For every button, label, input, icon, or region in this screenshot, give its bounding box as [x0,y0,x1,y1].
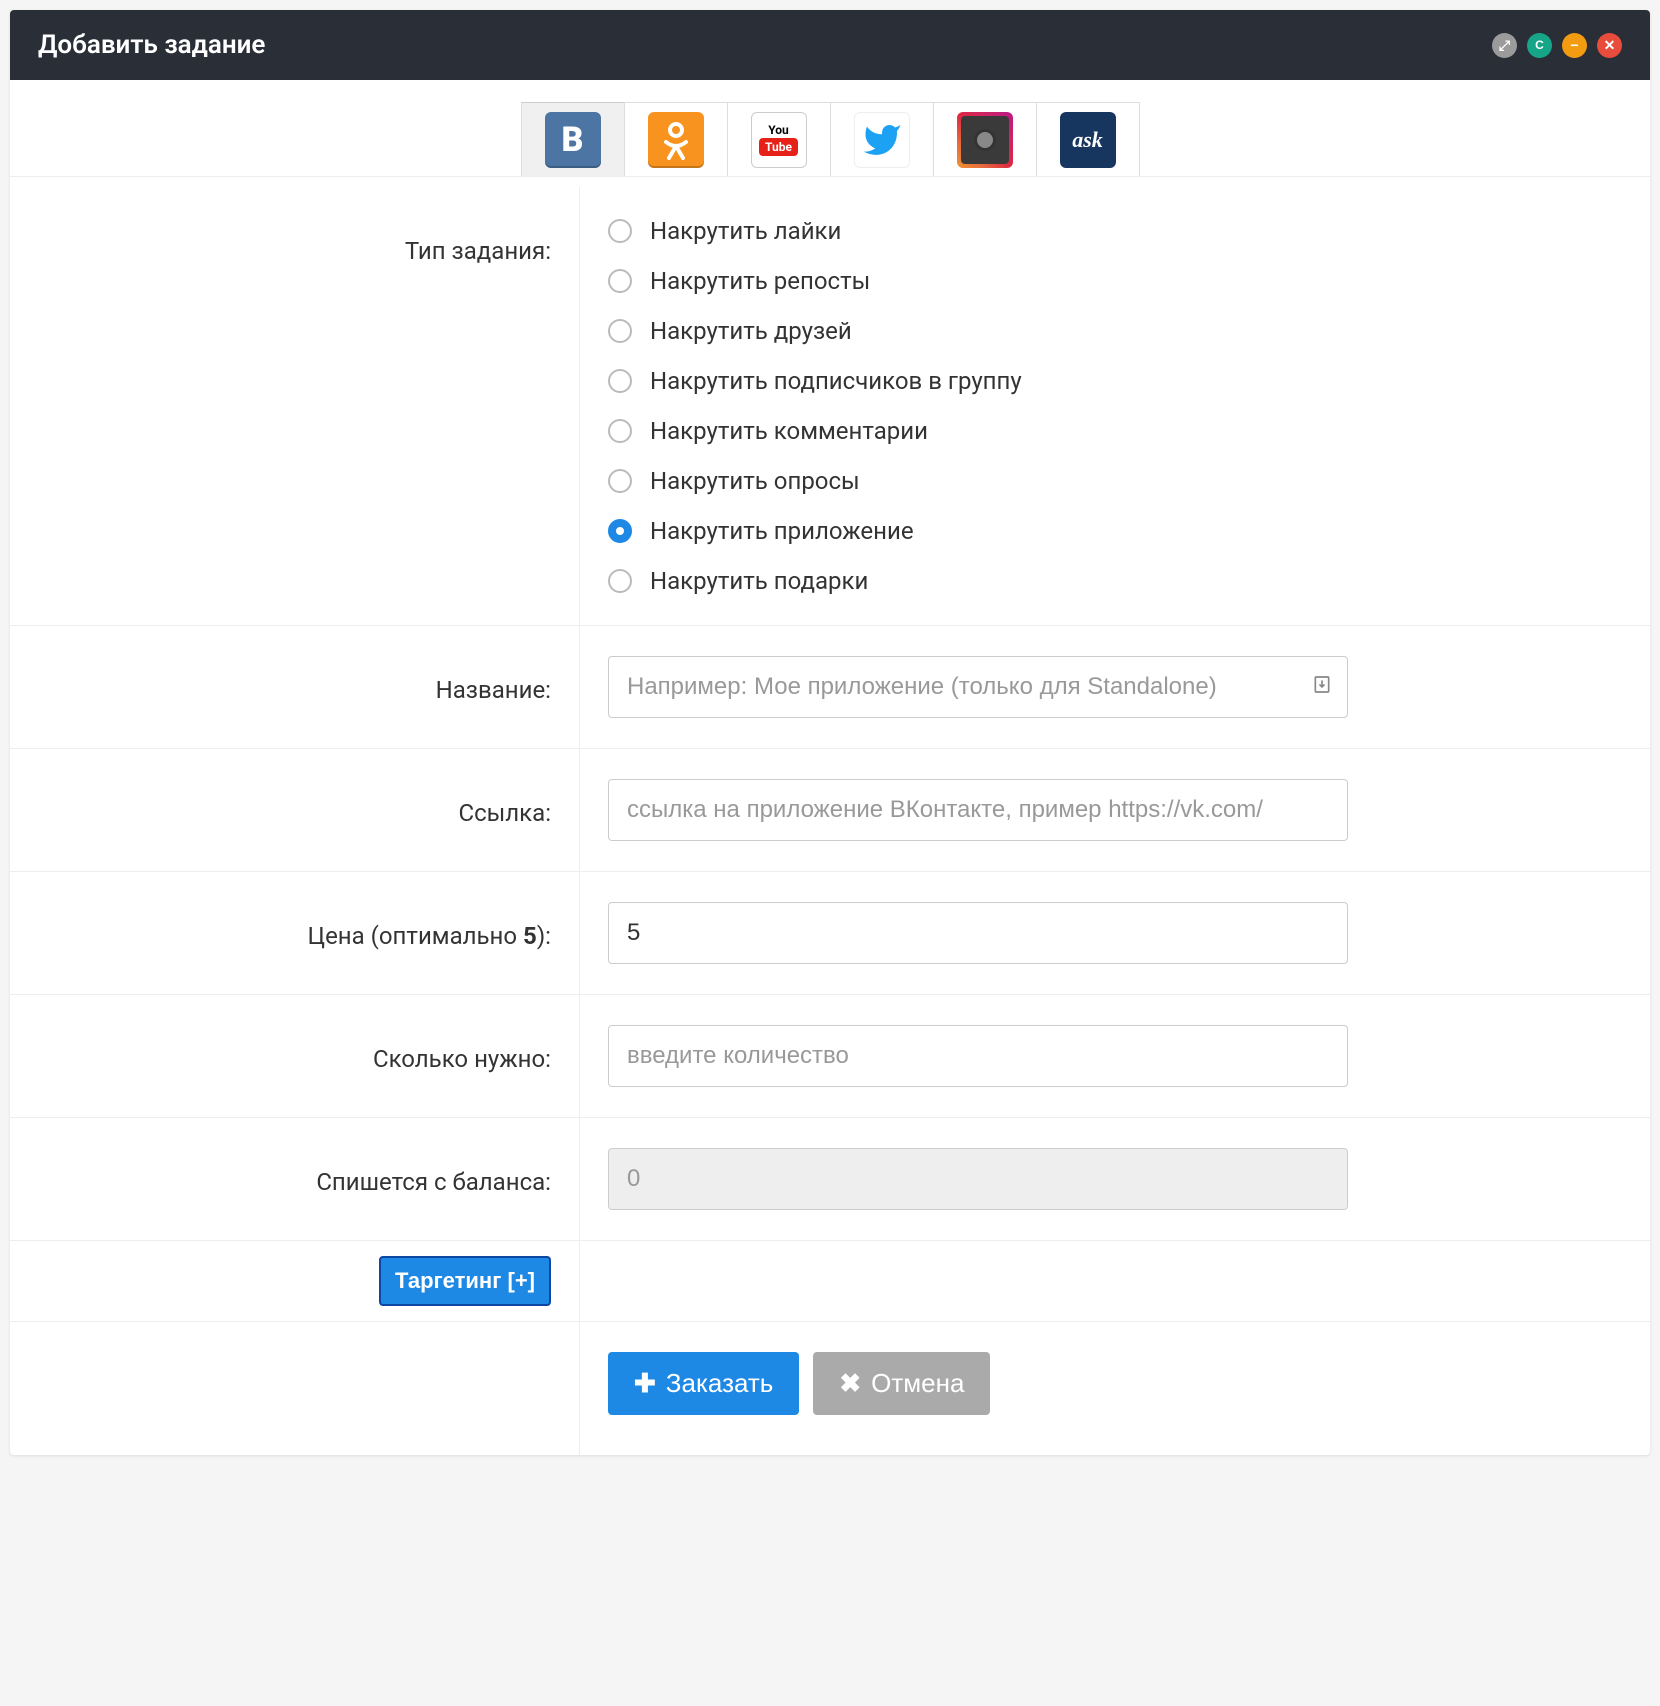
vk-icon: B [545,112,601,168]
close-icon: ✖ [839,1368,861,1399]
label-name: Название: [50,626,580,748]
tab-instagram[interactable] [933,102,1037,176]
plus-icon: ✚ [634,1368,656,1399]
row-targeting: Таргетинг [+] [10,1241,1650,1322]
radio-option-friends[interactable]: Накрутить друзей [608,317,1348,345]
tab-vk[interactable]: B [521,102,625,176]
expand-icon: ⤢ [1499,37,1510,54]
row-footer: ✚ Заказать ✖ Отмена [10,1322,1650,1455]
label-link: Ссылка: [50,749,580,871]
refresh-icon: C [1535,38,1544,52]
label-task-type: Тип задания: [50,187,580,625]
social-network-tabs: B You Tube [10,80,1650,176]
radio-icon [608,369,632,393]
price-input[interactable] [608,902,1348,964]
tab-ok[interactable] [624,102,728,176]
save-icon [1312,675,1332,700]
cancel-button[interactable]: ✖ Отмена [813,1352,990,1415]
header-actions: ⤢ C − ✕ [1492,33,1622,58]
radio-option-reposts[interactable]: Накрутить репосты [608,267,1348,295]
refresh-button[interactable]: C [1527,33,1552,58]
add-task-modal: Добавить задание ⤢ C − ✕ B [10,10,1650,1455]
targeting-button[interactable]: Таргетинг [+] [379,1256,551,1306]
radio-icon [608,319,632,343]
radio-icon [608,469,632,493]
modal-header: Добавить задание ⤢ C − ✕ [10,10,1650,80]
ok-icon [648,112,704,168]
tab-youtube[interactable]: You Tube [727,102,831,176]
row-price: Цена (оптимально 5): [10,872,1650,995]
row-name: Название: [10,626,1650,749]
close-button[interactable]: ✕ [1597,33,1622,58]
form-section: Тип задания: Накрутить лайки Накрутить р… [10,176,1650,1455]
radio-option-comments[interactable]: Накрутить комментарии [608,417,1348,445]
order-button[interactable]: ✚ Заказать [608,1352,799,1415]
radio-icon [608,569,632,593]
minimize-icon: − [1570,37,1578,53]
row-link: Ссылка: [10,749,1650,872]
name-input[interactable] [608,656,1348,718]
modal-body: B You Tube [10,80,1650,1455]
fullscreen-button[interactable]: ⤢ [1492,33,1517,58]
youtube-icon: You Tube [751,112,807,168]
radio-icon [608,419,632,443]
tab-twitter[interactable] [830,102,934,176]
radio-icon [608,269,632,293]
ask-icon: ask [1060,112,1116,168]
radio-option-app[interactable]: Накрутить приложение [608,517,1348,545]
radio-option-gifts[interactable]: Накрутить подарки [608,567,1348,595]
link-input[interactable] [608,779,1348,841]
task-type-radio-list: Накрутить лайки Накрутить репосты Накрут… [608,217,1348,595]
footer-actions: ✚ Заказать ✖ Отмена [608,1352,990,1415]
label-quantity: Сколько нужно: [50,995,580,1117]
label-balance: Спишется с баланса: [50,1118,580,1240]
twitter-icon [854,112,910,168]
balance-output [608,1148,1348,1210]
row-task-type: Тип задания: Накрутить лайки Накрутить р… [10,177,1650,626]
radio-option-likes[interactable]: Накрутить лайки [608,217,1348,245]
label-price: Цена (оптимально 5): [50,872,580,994]
minimize-button[interactable]: − [1562,33,1587,58]
radio-icon [608,219,632,243]
modal-title: Добавить задание [38,30,265,60]
row-quantity: Сколько нужно: [10,995,1650,1118]
radio-icon [608,519,632,543]
tab-ask[interactable]: ask [1036,102,1140,176]
close-icon: ✕ [1604,37,1616,54]
radio-option-subscribers[interactable]: Накрутить подписчиков в группу [608,367,1348,395]
quantity-input[interactable] [608,1025,1348,1087]
radio-option-polls[interactable]: Накрутить опросы [608,467,1348,495]
row-balance: Спишется с баланса: [10,1118,1650,1241]
instagram-icon [957,112,1013,168]
